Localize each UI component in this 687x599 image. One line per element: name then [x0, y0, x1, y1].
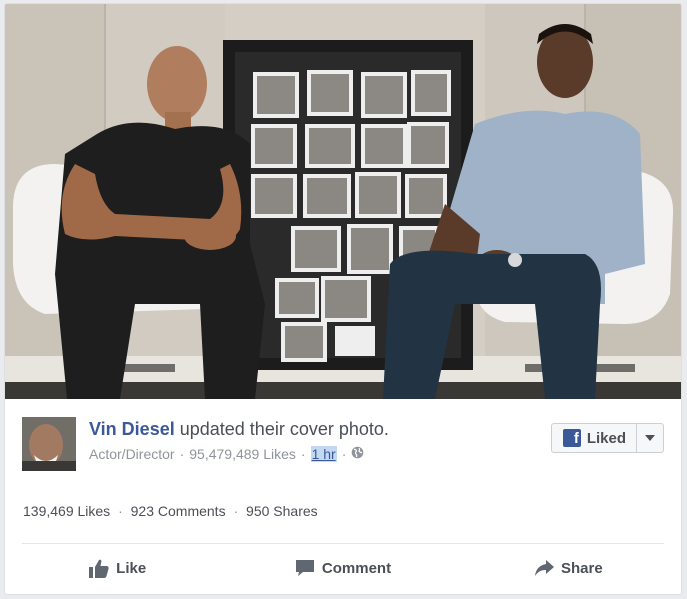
like-label: Like: [116, 559, 147, 577]
cover-photo-image: [5, 4, 681, 399]
comments-count-link[interactable]: 923 Comments: [131, 503, 226, 519]
author-name-link[interactable]: Vin Diesel: [89, 419, 175, 439]
liked-label: Liked: [586, 429, 626, 447]
comment-bubble-icon: [295, 560, 314, 576]
facebook-f-icon: f: [562, 429, 581, 447]
author-category: Actor/Director: [89, 446, 175, 462]
author-avatar[interactable]: [22, 417, 76, 471]
post-meta: Vin Diesel updated their cover photo. Ac…: [89, 419, 389, 462]
post-actions-bar: Like Comment Share: [5, 552, 681, 584]
globe-icon[interactable]: [351, 446, 364, 462]
separator: ·: [233, 503, 239, 519]
likes-count-link[interactable]: 139,469 Likes: [23, 503, 110, 519]
post-timestamp-link[interactable]: 1 hr: [310, 446, 337, 462]
thumbs-up-icon: [89, 559, 109, 578]
post-header: Vin Diesel updated their cover photo. Ac…: [22, 417, 664, 477]
share-arrow-icon: [534, 560, 554, 576]
liked-dropdown-button[interactable]: [637, 424, 663, 452]
post-action-text: updated their cover photo.: [179, 419, 389, 439]
post-title-line: Vin Diesel updated their cover photo.: [89, 419, 389, 440]
divider: [22, 543, 664, 544]
separator: ·: [118, 503, 123, 519]
avatar-image: [22, 417, 76, 471]
liked-main-button[interactable]: f Liked: [552, 424, 637, 452]
share-button[interactable]: Share: [456, 552, 681, 584]
like-button[interactable]: Like: [5, 552, 230, 584]
cover-photo[interactable]: [5, 4, 681, 399]
page-likes-count: 95,479,489 Likes: [189, 446, 296, 462]
comment-button[interactable]: Comment: [230, 552, 455, 584]
share-label: Share: [560, 559, 603, 577]
caret-down-icon: [645, 435, 655, 441]
separator: ·: [341, 446, 347, 462]
post-card: Vin Diesel updated their cover photo. Ac…: [4, 3, 682, 595]
liked-button[interactable]: f Liked: [550, 423, 664, 453]
shares-count-link[interactable]: 950 Shares: [246, 503, 318, 519]
separator: ·: [300, 446, 306, 462]
post-subtitle-line: Actor/Director · 95,479,489 Likes · 1 hr…: [89, 446, 389, 462]
post-stats: 139,469 Likes · 923 Comments · 950 Share…: [23, 503, 318, 519]
comment-label: Comment: [321, 559, 392, 577]
separator: ·: [179, 446, 185, 462]
